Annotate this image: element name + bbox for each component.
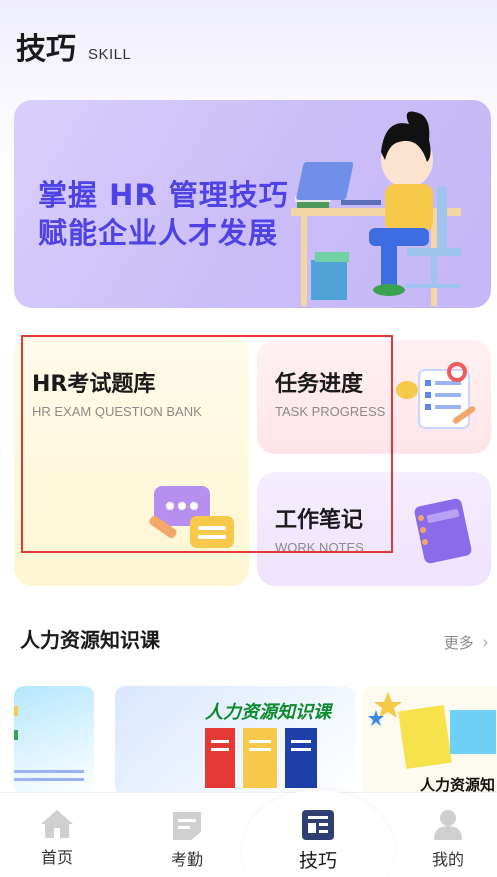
course-card[interactable]: 人力资源知 — [362, 686, 497, 796]
exam-question-bank-card[interactable]: HR考试题库 HR EXAM QUESTION BANK — [14, 336, 249, 586]
course-card[interactable] — [14, 686, 94, 796]
notebook-icon — [414, 498, 472, 564]
home-icon — [41, 810, 73, 838]
course-thumbnail — [14, 706, 84, 781]
chat-pencil-icon — [149, 486, 234, 548]
exam-card-title: HR考试题库 — [32, 372, 156, 397]
page-header: 技巧 SKILL — [16, 24, 131, 68]
course-title: 人力资源知识课 — [205, 702, 331, 723]
task-card-subtitle: TASK PROGRESS — [275, 404, 386, 419]
skill-icon — [302, 810, 334, 840]
knowledge-course-heading: 人力资源知识课 — [20, 628, 160, 652]
work-notes-card[interactable]: 工作笔记 WORK NOTES — [257, 472, 491, 586]
page-subtitle: SKILL — [88, 46, 132, 63]
page-title: 技巧 — [16, 32, 76, 67]
tab-label: 首页 — [40, 848, 73, 867]
tab-attendance[interactable]: 考勤 — [142, 808, 232, 870]
course-card[interactable]: 人力资源知识课 — [115, 686, 355, 796]
profile-icon — [434, 810, 462, 840]
tab-profile[interactable]: 我的 — [403, 808, 493, 870]
tab-label: 技巧 — [298, 850, 337, 872]
banner-line-1: 掌握 HR 管理技巧 — [38, 178, 289, 212]
banner-line-2: 赋能企业人才发展 — [38, 216, 279, 250]
working-person-illustration — [291, 111, 461, 306]
tab-label: 我的 — [431, 850, 464, 869]
checklist-magnifier-icon — [396, 362, 476, 429]
tab-home[interactable]: 首页 — [12, 808, 102, 868]
chevron-right-icon: › — [481, 632, 489, 653]
hero-banner[interactable]: 掌握 HR 管理技巧 赋能企业人才发展 — [14, 100, 491, 308]
task-progress-card[interactable]: 任务进度 TASK PROGRESS — [257, 340, 491, 454]
notes-card-title: 工作笔记 — [275, 508, 364, 533]
exam-card-subtitle: HR EXAM QUESTION BANK — [32, 404, 202, 419]
more-link[interactable]: 更多 › — [444, 632, 489, 653]
notes-card-subtitle: WORK NOTES — [275, 540, 364, 555]
task-card-title: 任务进度 — [275, 372, 364, 397]
tab-skill[interactable]: 技巧 — [273, 808, 363, 873]
more-label: 更多 — [443, 634, 474, 652]
attendance-icon — [173, 812, 201, 840]
tab-label: 考勤 — [170, 850, 203, 869]
